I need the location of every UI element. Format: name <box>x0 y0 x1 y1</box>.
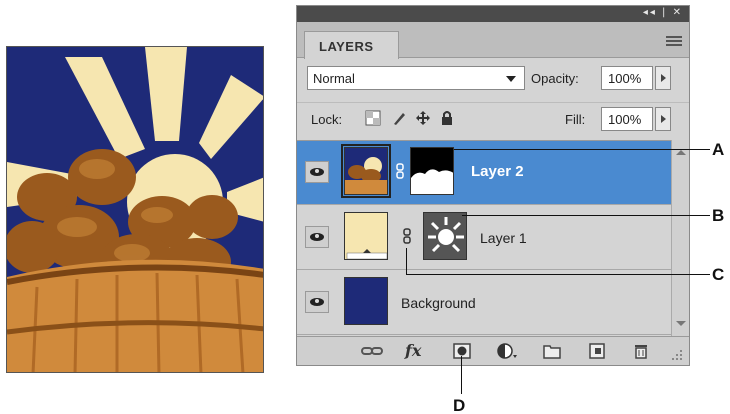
layer-2-mask-thumbnail <box>410 147 454 195</box>
scroll-down-icon[interactable] <box>676 321 686 326</box>
panel-menu-icon[interactable] <box>666 34 682 48</box>
layer-2-mask-link-icon[interactable] <box>396 163 404 179</box>
callout-c: C <box>712 265 725 284</box>
lock-label: Lock: <box>311 112 343 127</box>
fx-layer-style-icon[interactable]: fx <box>405 341 421 360</box>
opacity-slider-button[interactable] <box>655 66 671 90</box>
layer-row-layer-2[interactable]: Layer 2 <box>297 141 671 205</box>
callout-line-d <box>461 356 462 394</box>
delete-layer-icon[interactable] <box>633 343 649 359</box>
new-layer-icon[interactable] <box>589 343 605 359</box>
callout-a: A <box>712 140 725 159</box>
visibility-eye-icon[interactable] <box>305 161 329 183</box>
scroll-up-icon[interactable] <box>676 150 686 155</box>
composite-image <box>6 46 264 373</box>
collapse-close-controls[interactable]: ◂◂ | ✕ <box>643 7 683 18</box>
resize-grip-icon[interactable] <box>671 347 683 363</box>
fill-field[interactable]: 100% <box>601 107 653 131</box>
blend-mode-value: Normal <box>313 71 355 86</box>
layer-2-thumbnail <box>341 144 391 198</box>
panel-titlebar: ◂◂ | ✕ <box>297 6 689 22</box>
layer-2-name: Layer 2 <box>471 163 524 180</box>
lock-fill-row: Lock: Fill: 100% <box>297 102 689 138</box>
lock-all-icon[interactable] <box>439 110 455 126</box>
layer-1-name: Layer 1 <box>480 230 527 246</box>
lock-position-icon[interactable] <box>415 110 431 126</box>
callout-line-a <box>454 149 710 150</box>
chevron-down-icon <box>506 76 516 82</box>
callout-line-c <box>406 274 710 275</box>
opacity-field[interactable]: 100% <box>601 66 653 90</box>
lock-transparent-pixels-icon[interactable] <box>365 110 381 126</box>
fill-label: Fill: <box>565 112 586 127</box>
visibility-eye-icon[interactable] <box>305 226 329 248</box>
layer-1-mask-link-icon[interactable] <box>403 228 411 244</box>
callout-b: B <box>712 206 725 225</box>
layers-panel: ◂◂ | ✕ LAYERS Normal Opacity: 100% Lock: <box>296 5 690 366</box>
layers-scrollbar[interactable] <box>671 140 689 336</box>
callout-d: D <box>453 396 466 414</box>
callout-line-b <box>462 215 710 216</box>
link-layers-icon[interactable] <box>361 343 383 359</box>
adjustment-layer-icon[interactable] <box>497 343 519 359</box>
fill-slider-button[interactable] <box>655 107 671 131</box>
layer-row-background[interactable]: Background <box>297 271 671 335</box>
panel-tab-row: LAYERS <box>297 22 689 59</box>
blend-mode-dropdown[interactable]: Normal <box>307 66 525 90</box>
new-group-icon[interactable] <box>543 343 561 359</box>
layer-1-thumbnail <box>344 212 388 260</box>
callout-line-c-vertical <box>406 248 407 274</box>
blend-opacity-row: Normal Opacity: 100% <box>297 62 689 98</box>
background-layer-name: Background <box>401 295 476 311</box>
lock-image-pixels-icon[interactable] <box>391 110 407 126</box>
visibility-eye-icon[interactable] <box>305 291 329 313</box>
opacity-label: Opacity: <box>531 71 579 86</box>
layers-list: Layer 2 Layer 1 Background <box>297 140 671 336</box>
background-thumbnail <box>344 277 388 325</box>
tab-layers[interactable]: LAYERS <box>304 31 399 59</box>
add-mask-icon[interactable] <box>453 343 471 359</box>
layer-1-mask-thumbnail <box>423 212 467 260</box>
tab-layers-label: LAYERS <box>319 39 374 54</box>
panel-bottom-toolbar: fx <box>297 336 689 365</box>
